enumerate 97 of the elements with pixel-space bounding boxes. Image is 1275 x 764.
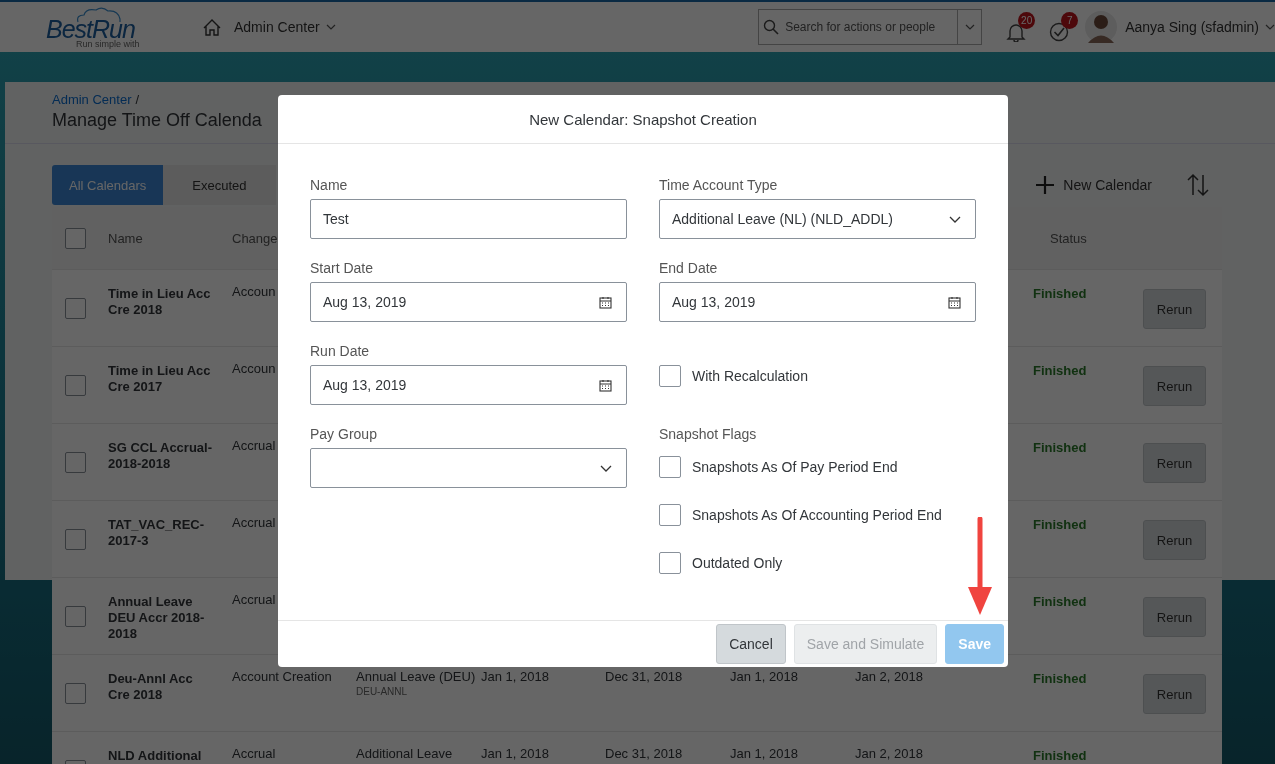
breadcrumb-link[interactable]: Admin Center bbox=[52, 92, 132, 107]
status-text: Finished bbox=[1033, 362, 1088, 378]
table-cell: Dec 31, 2018 bbox=[605, 669, 683, 685]
dialog-title: New Calendar: Snapshot Creation bbox=[278, 95, 1008, 144]
column-header[interactable]: Status bbox=[1050, 230, 1087, 246]
row-checkbox[interactable] bbox=[65, 451, 86, 473]
dialog-button[interactable]: Cancel bbox=[716, 624, 786, 664]
checkbox[interactable] bbox=[659, 504, 681, 526]
task-badge: 7 bbox=[1061, 12, 1079, 29]
rerun-button[interactable]: Rerun bbox=[1143, 289, 1206, 329]
date-field[interactable]: Aug 13, 2019 bbox=[659, 282, 976, 322]
type-code: DEU-ANNL bbox=[356, 685, 408, 699]
search-dropdown-button[interactable] bbox=[957, 9, 983, 45]
table-cell: Jan 1, 2018 bbox=[481, 746, 549, 762]
notification-badge: 20 bbox=[1018, 12, 1036, 29]
field-label: Run Date bbox=[310, 342, 370, 360]
dropdown[interactable]: Additional Leave (NL) (NLD_ADDL) bbox=[659, 199, 976, 239]
table-cell: Accrual bbox=[232, 515, 276, 530]
rerun-button[interactable]: Rerun bbox=[1143, 597, 1206, 637]
table-cell: Accrual bbox=[232, 746, 276, 761]
calendar-name: Time in Lieu Acc Cre 2017 bbox=[108, 362, 212, 395]
new-calendar-button[interactable]: New Calendar bbox=[1029, 174, 1158, 196]
caret-icon bbox=[1265, 24, 1275, 30]
column-header[interactable]: Name bbox=[108, 230, 143, 246]
calendar-icon[interactable] bbox=[599, 378, 612, 392]
calendar-name: TAT_VAC_REC-2017-3 bbox=[108, 516, 206, 549]
calendar-name: NLD Additional bbox=[108, 747, 203, 764]
row-checkbox[interactable] bbox=[65, 605, 86, 627]
user-menu[interactable]: Aanya Sing (sfadmin) bbox=[1125, 19, 1275, 35]
rerun-button[interactable]: Rerun bbox=[1143, 366, 1206, 406]
status-text: Finished bbox=[1033, 747, 1088, 763]
date-field[interactable]: Aug 13, 2019 bbox=[310, 365, 627, 405]
table-cell: Additional Leave bbox=[356, 746, 453, 762]
column-header[interactable]: Change bbox=[232, 230, 278, 246]
field-label: Name bbox=[310, 176, 348, 194]
home-icon[interactable] bbox=[203, 18, 221, 36]
table-cell: Account Creation bbox=[232, 669, 332, 684]
table-cell: Jan 1, 2018 bbox=[730, 669, 798, 685]
select-all-checkbox[interactable] bbox=[65, 227, 86, 249]
field-label: Pay Group bbox=[310, 425, 377, 443]
status-text: Finished bbox=[1033, 439, 1088, 455]
calendar-name: Deu-Annl Acc Cre 2018 bbox=[108, 670, 194, 703]
row-checkbox[interactable] bbox=[65, 682, 86, 704]
bell-icon[interactable] bbox=[1006, 22, 1027, 42]
calendar-name: SG CCL Accrual-2018-2018 bbox=[108, 439, 214, 472]
plus-icon bbox=[1035, 175, 1056, 195]
chevron-down-icon[interactable] bbox=[949, 215, 961, 223]
admin-center-menu[interactable]: Admin Center bbox=[234, 19, 336, 35]
table-cell: Accrual bbox=[232, 438, 276, 453]
checkbox[interactable] bbox=[659, 552, 681, 574]
field-label: Start Date bbox=[310, 259, 374, 277]
rerun-button[interactable]: Rerun bbox=[1143, 443, 1206, 483]
row-checkbox[interactable] bbox=[65, 297, 86, 319]
checkbox[interactable] bbox=[659, 365, 681, 387]
rerun-button[interactable]: Rerun bbox=[1143, 674, 1206, 714]
status-text: Finished bbox=[1033, 516, 1088, 532]
row-checkbox[interactable] bbox=[65, 528, 86, 550]
row-checkbox[interactable] bbox=[65, 374, 86, 396]
sort-icon[interactable] bbox=[1186, 173, 1210, 197]
caret-icon bbox=[964, 24, 975, 30]
chevron-down-icon[interactable] bbox=[600, 464, 612, 472]
calendar-name: Time in Lieu Acc Cre 2018 bbox=[108, 285, 212, 318]
table-cell: Accoun bbox=[232, 284, 276, 299]
table-cell: Jan 2, 2018 bbox=[855, 669, 923, 685]
search-icon bbox=[763, 19, 780, 35]
table-cell: Jan 2, 2018 bbox=[855, 746, 923, 762]
avatar[interactable] bbox=[1085, 8, 1118, 46]
table-cell: Jan 1, 2018 bbox=[481, 669, 549, 685]
checkbox-label: Snapshots As Of Pay Period End bbox=[692, 459, 898, 475]
page-title: Manage Time Off Calenda bbox=[52, 110, 262, 131]
table-cell: Annual Leave (DEU) bbox=[356, 669, 476, 685]
rerun-button[interactable]: Rerun bbox=[1143, 520, 1206, 560]
field-label: Time Account Type bbox=[659, 176, 778, 194]
field-label: End Date bbox=[659, 259, 718, 277]
breadcrumb-separator: / bbox=[135, 92, 140, 107]
checkbox[interactable] bbox=[659, 456, 681, 478]
caret-icon bbox=[325, 24, 336, 30]
table-cell: Dec 31, 2018 bbox=[605, 746, 683, 762]
calendar-name: Annual Leave DEU Accr 2018-2018 bbox=[108, 593, 206, 642]
calendar-icon[interactable] bbox=[599, 295, 612, 309]
table-cell: Accoun bbox=[232, 361, 276, 376]
checkbox-label: With Recalculation bbox=[692, 368, 808, 384]
checkbox-label: Snapshots As Of Accounting Period End bbox=[692, 507, 942, 523]
status-text: Finished bbox=[1033, 593, 1088, 609]
table-cell: Jan 1, 2018 bbox=[730, 746, 798, 762]
status-text: Finished bbox=[1033, 285, 1088, 301]
group-label: Snapshot Flags bbox=[659, 425, 757, 443]
tab[interactable]: All Calendars bbox=[52, 165, 164, 205]
table-cell: Accrual bbox=[232, 592, 276, 607]
tab[interactable]: Executed bbox=[163, 165, 276, 205]
status-text: Finished bbox=[1033, 670, 1088, 686]
check-circle-icon[interactable] bbox=[1049, 22, 1070, 42]
date-field[interactable]: Aug 13, 2019 bbox=[310, 282, 627, 322]
input-field[interactable]: Test bbox=[310, 199, 627, 239]
search-field[interactable]: Search for actions or people bbox=[758, 9, 958, 45]
calendar-icon[interactable] bbox=[948, 295, 961, 309]
checkbox-label: Outdated Only bbox=[692, 555, 783, 571]
